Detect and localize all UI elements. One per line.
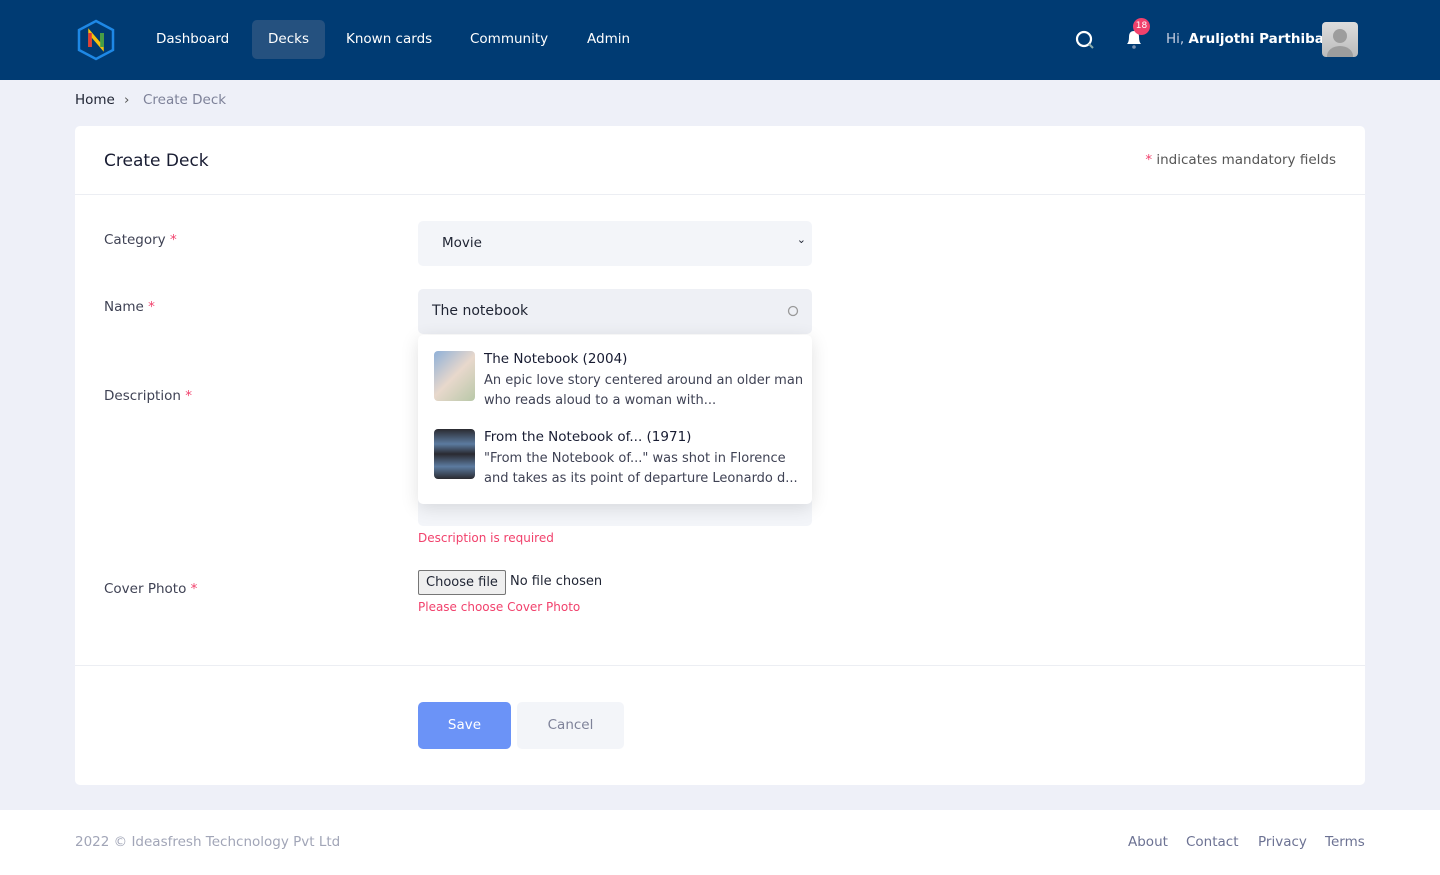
name-input[interactable]: The notebook [418,289,812,334]
movie-poster [434,351,475,401]
mandatory-note: * indicates mandatory fields [1145,152,1336,168]
cancel-button[interactable]: Cancel [517,702,624,749]
cover-photo-error: Please choose Cover Photo [418,600,581,614]
category-select[interactable]: Movie ⌄ [418,221,812,266]
top-nav: Dashboard Decks Known cards Community Ad… [0,0,1440,80]
chevron-down-icon: ⌄ [796,233,806,246]
footer-about[interactable]: About [1128,834,1168,850]
logo[interactable] [75,19,117,61]
user-greeting[interactable]: Hi, Aruljothi Parthiban [1166,31,1334,47]
category-label: Category * [104,232,177,248]
nav-admin[interactable]: Admin [571,20,646,59]
search-icon[interactable] [1075,30,1095,50]
search-icon [787,305,799,317]
movie-poster [434,429,475,479]
file-status: No file chosen [510,574,603,589]
choose-file-button[interactable]: Choose file [418,570,506,595]
footer-contact[interactable]: Contact [1186,834,1239,850]
divider [75,194,1365,195]
create-deck-card: Create Deck * indicates mandatory fields… [75,126,1365,785]
nav-decks[interactable]: Decks [252,20,325,59]
cover-photo-label: Cover Photo * [104,581,198,597]
chevron-right-icon: › [124,92,130,108]
description-error: Description is required [418,531,554,545]
nav-dashboard[interactable]: Dashboard [140,20,245,59]
nav-community[interactable]: Community [454,20,564,59]
footer: 2022 © Ideasfresh Techcnology Pvt Ltd Ab… [0,810,1440,875]
user-icon [1327,29,1353,57]
description-label: Description * [104,388,192,404]
nav-known-cards[interactable]: Known cards [330,20,448,59]
page-title: Create Deck [104,151,209,171]
breadcrumb-current: Create Deck [143,92,227,108]
breadcrumb-home[interactable]: Home [75,92,115,108]
avatar[interactable] [1322,22,1358,57]
divider [75,665,1365,666]
name-label: Name * [104,299,155,315]
notification-badge: 18 [1133,18,1150,35]
footer-terms[interactable]: Terms [1325,834,1365,850]
save-button[interactable]: Save [418,702,511,749]
footer-privacy[interactable]: Privacy [1258,834,1307,850]
copyright: 2022 © Ideasfresh Techcnology Pvt Ltd [75,834,341,850]
name-suggestions-dropdown: The Notebook (2004) An epic love story c… [418,335,812,504]
